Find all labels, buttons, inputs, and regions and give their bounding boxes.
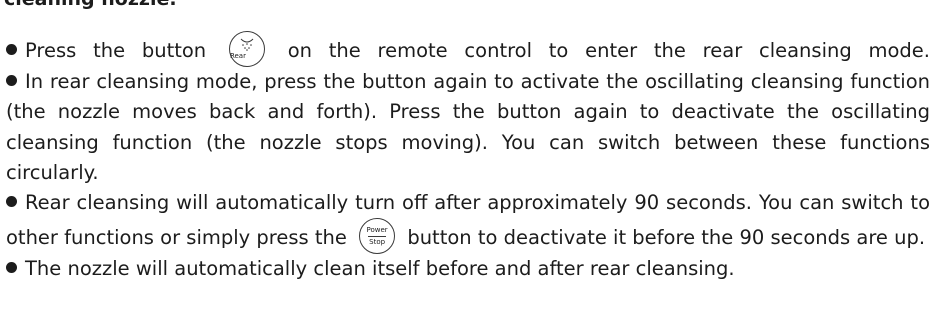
section-heading: cleaning nozzle.	[4, 0, 177, 10]
bullet-icon	[6, 75, 17, 86]
power-stop-button-icon: Power Stop	[359, 218, 396, 255]
power-button-label: Power	[366, 226, 388, 235]
stop-button-label: Stop	[369, 238, 386, 247]
item-text-before: Press the button	[25, 39, 207, 62]
bullet-icon	[6, 44, 17, 55]
power-stop-divider	[368, 236, 387, 238]
bullet-icon	[6, 196, 17, 208]
rear-spray-icon	[240, 38, 254, 51]
bullet-icon	[6, 262, 17, 274]
item-text-after: button to deactivate it before the 90 se…	[407, 226, 926, 250]
list-item-rear-button: Press the button Rear on the remote cont…	[6, 31, 930, 67]
list-item-oscillating: In rear cleansing mode, press the button…	[6, 67, 930, 188]
item-text: In rear cleansing mode, press the button…	[6, 70, 930, 184]
instruction-list: Press the button Rear on the remote cont…	[6, 31, 930, 285]
list-item-self-clean: The nozzle will automatically clean itse…	[6, 254, 930, 284]
list-item-auto-off: Rear cleansing will automatically turn o…	[6, 188, 930, 255]
rear-button-label: Rear	[229, 52, 246, 60]
item-text: The nozzle will automatically clean itse…	[25, 257, 735, 281]
item-text-after: on the remote control to enter the rear …	[287, 39, 930, 62]
rear-button-icon: Rear	[228, 31, 265, 67]
